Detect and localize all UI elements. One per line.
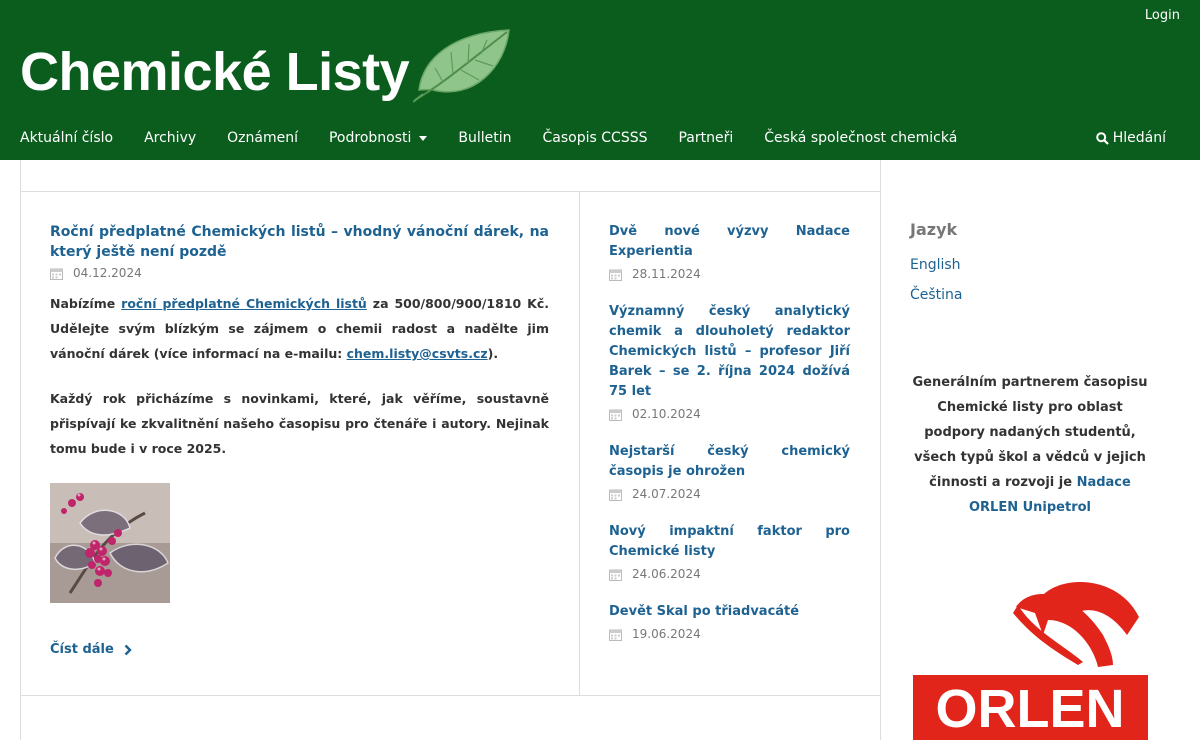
nav-bulletin[interactable]: Bulletin: [458, 130, 511, 146]
divider: [20, 191, 881, 192]
site-title: Chemické Listy: [20, 42, 410, 102]
date-text: 24.06.2024: [632, 567, 701, 581]
text: ).: [487, 346, 499, 361]
calendar-icon: [50, 268, 63, 280]
calendar-icon: [609, 569, 622, 581]
site-header: Login Chemické Listy Aktuální číslo Arch…: [0, 0, 1200, 160]
date-text: 04.12.2024: [73, 266, 142, 280]
frosted-berries-image: [50, 483, 170, 603]
list-item: Nejstarší český chemický časopis je ohro…: [609, 442, 850, 501]
announcement-date: 24.06.2024: [609, 567, 850, 581]
announcement-title-link[interactable]: Nejstarší český chemický časopis je ohro…: [609, 442, 850, 482]
language-heading: Jazyk: [910, 220, 958, 239]
announcement-title-link[interactable]: Významný český analytický chemik a dlouh…: [609, 302, 850, 402]
nav-label: Podrobnosti: [328, 130, 412, 146]
login-link[interactable]: Login: [1145, 8, 1180, 23]
nav-label: Aktuální číslo: [20, 130, 114, 146]
featured-title-link[interactable]: Roční předplatné Chemických listů – vhod…: [50, 222, 549, 262]
featured-announcement: Roční předplatné Chemických listů – vhod…: [50, 222, 549, 603]
list-item: Devět Skal po třiadvacáté 19.06.2024: [609, 602, 850, 641]
list-item: Dvě nové výzvy Nadace Experientia 28.11.…: [609, 222, 850, 281]
announcement-date: 24.07.2024: [609, 487, 850, 501]
orlen-logo[interactable]: ORLEN: [913, 575, 1148, 740]
email-link[interactable]: chem.listy@csvts.cz: [347, 346, 488, 361]
nav-label: Česká společnost chemická: [764, 130, 958, 146]
announcement-date: 19.06.2024: [609, 627, 850, 641]
nav-ccsss-journal[interactable]: Časopis CCSSS: [543, 130, 648, 146]
nav-partners[interactable]: Partneři: [678, 130, 733, 146]
column-divider: [579, 191, 580, 695]
divider: [20, 695, 881, 696]
caret-down-icon: [419, 135, 428, 141]
search-icon: [1095, 131, 1109, 145]
nav-label: Bulletin: [458, 130, 512, 146]
date-text: 28.11.2024: [632, 267, 701, 281]
nav-details-dropdown[interactable]: Podrobnosti: [328, 130, 428, 146]
nav-current-issue[interactable]: Aktuální číslo: [20, 130, 113, 146]
nav-archives[interactable]: Archivy: [144, 130, 196, 146]
calendar-icon: [609, 489, 622, 501]
sidebar: Jazyk English Čeština Generálním partner…: [881, 160, 1200, 740]
read-more-label: Číst dále: [50, 642, 114, 657]
orlen-logo-text: ORLEN: [936, 679, 1125, 739]
announcement-date: 28.11.2024: [609, 267, 850, 281]
site-logo[interactable]: Chemické Listy: [20, 29, 513, 104]
featured-paragraph: Nabízíme roční předplatné Chemických lis…: [50, 291, 549, 366]
featured-date: 04.12.2024: [50, 266, 549, 280]
language-czech-link[interactable]: Čeština: [910, 287, 963, 303]
date-text: 24.07.2024: [632, 487, 701, 501]
nav-label: Partneři: [678, 130, 734, 146]
list-item: Významný český analytický chemik a dlouh…: [609, 302, 850, 421]
announcement-title-link[interactable]: Nový impaktní faktor pro Chemické listy: [609, 522, 850, 562]
search-link[interactable]: Hledání: [1095, 130, 1166, 146]
calendar-icon: [609, 409, 622, 421]
main-nav: Aktuální číslo Archivy Oznámení Podrobno…: [0, 121, 1200, 157]
nav-announcements[interactable]: Oznámení: [227, 130, 298, 146]
announcement-list: Dvě nové výzvy Nadace Experientia 28.11.…: [609, 222, 850, 662]
read-more-link[interactable]: Číst dále: [50, 642, 132, 657]
partner-block: Generálním partnerem časopisu Chemické l…: [905, 370, 1155, 520]
nav-label: Oznámení: [227, 130, 298, 146]
subscription-link[interactable]: roční předplatné Chemických listů: [121, 296, 367, 311]
date-text: 19.06.2024: [632, 627, 701, 641]
partner-text: Generálním partnerem časopisu Chemické l…: [912, 375, 1148, 490]
announcement-date: 02.10.2024: [609, 407, 850, 421]
language-english-link[interactable]: English: [910, 257, 961, 273]
leaf-icon: [413, 29, 511, 103]
announcement-title-link[interactable]: Devět Skal po třiadvacáté: [609, 602, 850, 622]
calendar-icon: [609, 269, 622, 281]
date-text: 02.10.2024: [632, 407, 701, 421]
nav-czech-chemical-society[interactable]: Česká společnost chemická: [764, 130, 957, 146]
nav-label: Archivy: [144, 130, 197, 146]
search-label: Hledání: [1112, 130, 1166, 146]
chevron-right-icon: [124, 644, 132, 655]
nav-label: Časopis CCSSS: [542, 130, 648, 146]
announcement-title-link[interactable]: Dvě nové výzvy Nadace Experientia: [609, 222, 850, 262]
featured-paragraph: Každý rok přicházíme s novinkami, které,…: [50, 391, 549, 456]
calendar-icon: [609, 629, 622, 641]
text: Nabízíme: [50, 296, 122, 311]
list-item: Nový impaktní faktor pro Chemické listy …: [609, 522, 850, 581]
